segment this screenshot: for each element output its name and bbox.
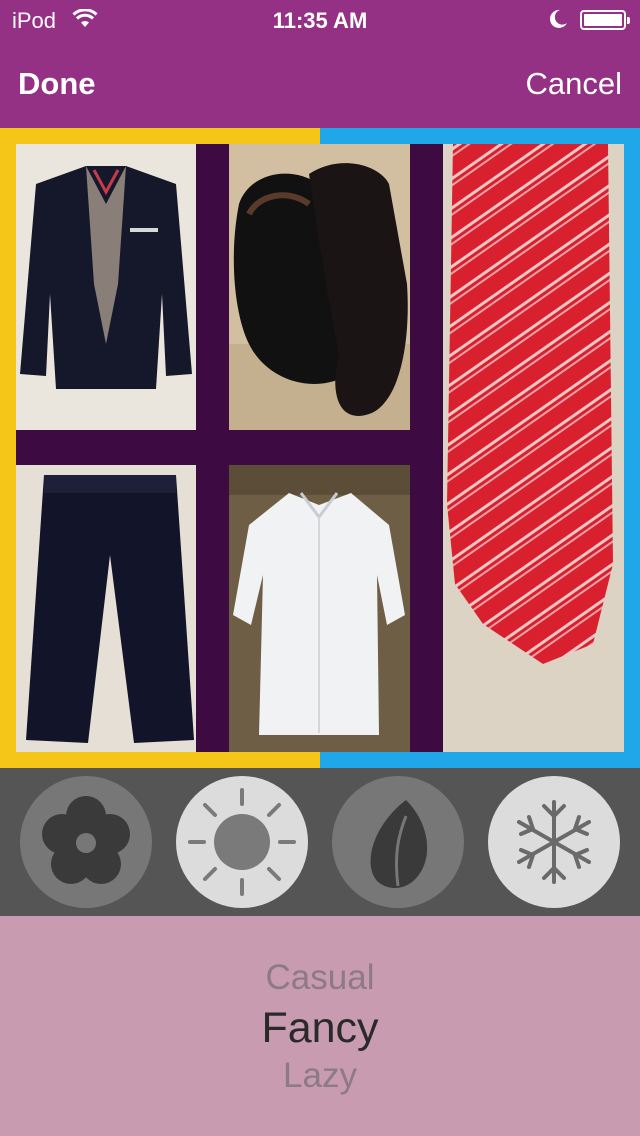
picker-option-casual[interactable]: Casual bbox=[0, 958, 640, 998]
picker-option-lazy[interactable]: Lazy bbox=[0, 1056, 640, 1096]
cancel-button[interactable]: Cancel bbox=[526, 66, 623, 102]
picker-option-fancy[interactable]: Fancy bbox=[0, 1004, 640, 1053]
spring-season-button[interactable] bbox=[20, 776, 152, 908]
pants-photo[interactable] bbox=[16, 465, 196, 752]
summer-season-button[interactable] bbox=[176, 776, 308, 908]
done-button[interactable]: Done bbox=[18, 66, 96, 102]
shirt-photo[interactable] bbox=[229, 465, 410, 752]
style-picker[interactable]: Casual Fancy Lazy bbox=[0, 916, 640, 1136]
fall-season-button[interactable] bbox=[332, 776, 464, 908]
battery-icon bbox=[580, 10, 630, 30]
tie-photo[interactable] bbox=[443, 144, 624, 752]
season-selector bbox=[0, 768, 640, 916]
outfit-collage bbox=[0, 128, 640, 768]
collage-divider bbox=[410, 144, 443, 752]
shoes-photo[interactable] bbox=[229, 144, 410, 430]
clock: 11:35 AM bbox=[272, 8, 368, 33]
top-bar: iPod 11:35 AM Done Cancel bbox=[0, 0, 640, 128]
status-bar: iPod 11:35 AM bbox=[0, 0, 640, 40]
blazer-photo[interactable] bbox=[16, 144, 196, 430]
moon-icon bbox=[548, 8, 568, 35]
winter-season-button[interactable] bbox=[488, 776, 620, 908]
